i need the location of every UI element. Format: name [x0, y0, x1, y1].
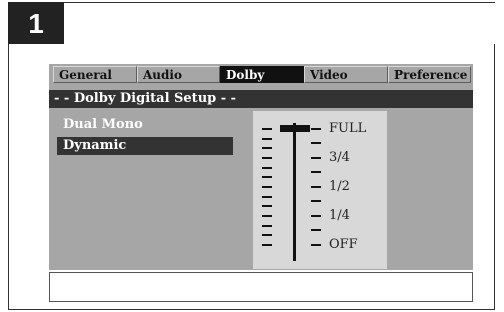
- slider-tick-right: [311, 186, 321, 188]
- slider-tick-right: [311, 244, 321, 246]
- tab-general[interactable]: General: [53, 66, 137, 83]
- level-label: 1/4: [329, 208, 350, 223]
- slider-tick-left: [262, 166, 272, 169]
- tab-video[interactable]: Video: [304, 66, 388, 83]
- slider-tick-left: [262, 176, 272, 179]
- tab-dolby[interactable]: Dolby: [220, 66, 304, 83]
- slider-tick-right: [311, 229, 321, 231]
- slider-tick-right: [311, 128, 321, 130]
- level-label: 3/4: [329, 150, 350, 165]
- slider-tick-right: [311, 215, 321, 217]
- option-dynamic[interactable]: Dynamic: [57, 137, 233, 155]
- setup-menu-screen: General Audio Dolby Video Preference - -…: [49, 64, 473, 270]
- slider-tick-left: [262, 195, 272, 198]
- frame-top-border: [64, 2, 495, 3]
- slider-tick-left: [262, 224, 272, 227]
- dynamic-range-slider-panel: FULL 3/4 1/2 1/4 OFF: [253, 111, 387, 269]
- slider-tick-left: [262, 137, 272, 140]
- slider-tick-right: [311, 157, 321, 159]
- level-label: 1/2: [329, 179, 350, 194]
- slider-tick-right: [311, 142, 321, 144]
- slider-tick-left: [262, 128, 272, 130]
- tab-audio[interactable]: Audio: [137, 66, 220, 83]
- slider-thumb[interactable]: [280, 125, 310, 132]
- level-label: FULL: [329, 121, 367, 136]
- tab-bar: General Audio Dolby Video Preference: [49, 64, 473, 84]
- section-title: - - Dolby Digital Setup - -: [49, 90, 473, 108]
- slider-tick-left: [262, 205, 272, 208]
- option-dual-mono[interactable]: Dual Mono: [57, 116, 233, 134]
- options-list: Dual Mono Dynamic: [57, 116, 237, 158]
- slider-tick-left: [262, 186, 272, 189]
- tab-preference[interactable]: Preference: [388, 66, 471, 83]
- slider-track[interactable]: [293, 123, 296, 261]
- slider-tick-right: [311, 171, 321, 173]
- slider-tick-left: [262, 215, 272, 218]
- slider-tick-left: [262, 244, 272, 247]
- info-bar: [49, 272, 473, 302]
- slider-tick-left: [262, 234, 272, 237]
- step-number-badge: 1: [8, 2, 64, 46]
- slider-tick-left: [262, 147, 272, 150]
- slider-tick-right: [311, 200, 321, 202]
- level-label: OFF: [329, 237, 358, 252]
- slider-tick-left: [262, 157, 272, 159]
